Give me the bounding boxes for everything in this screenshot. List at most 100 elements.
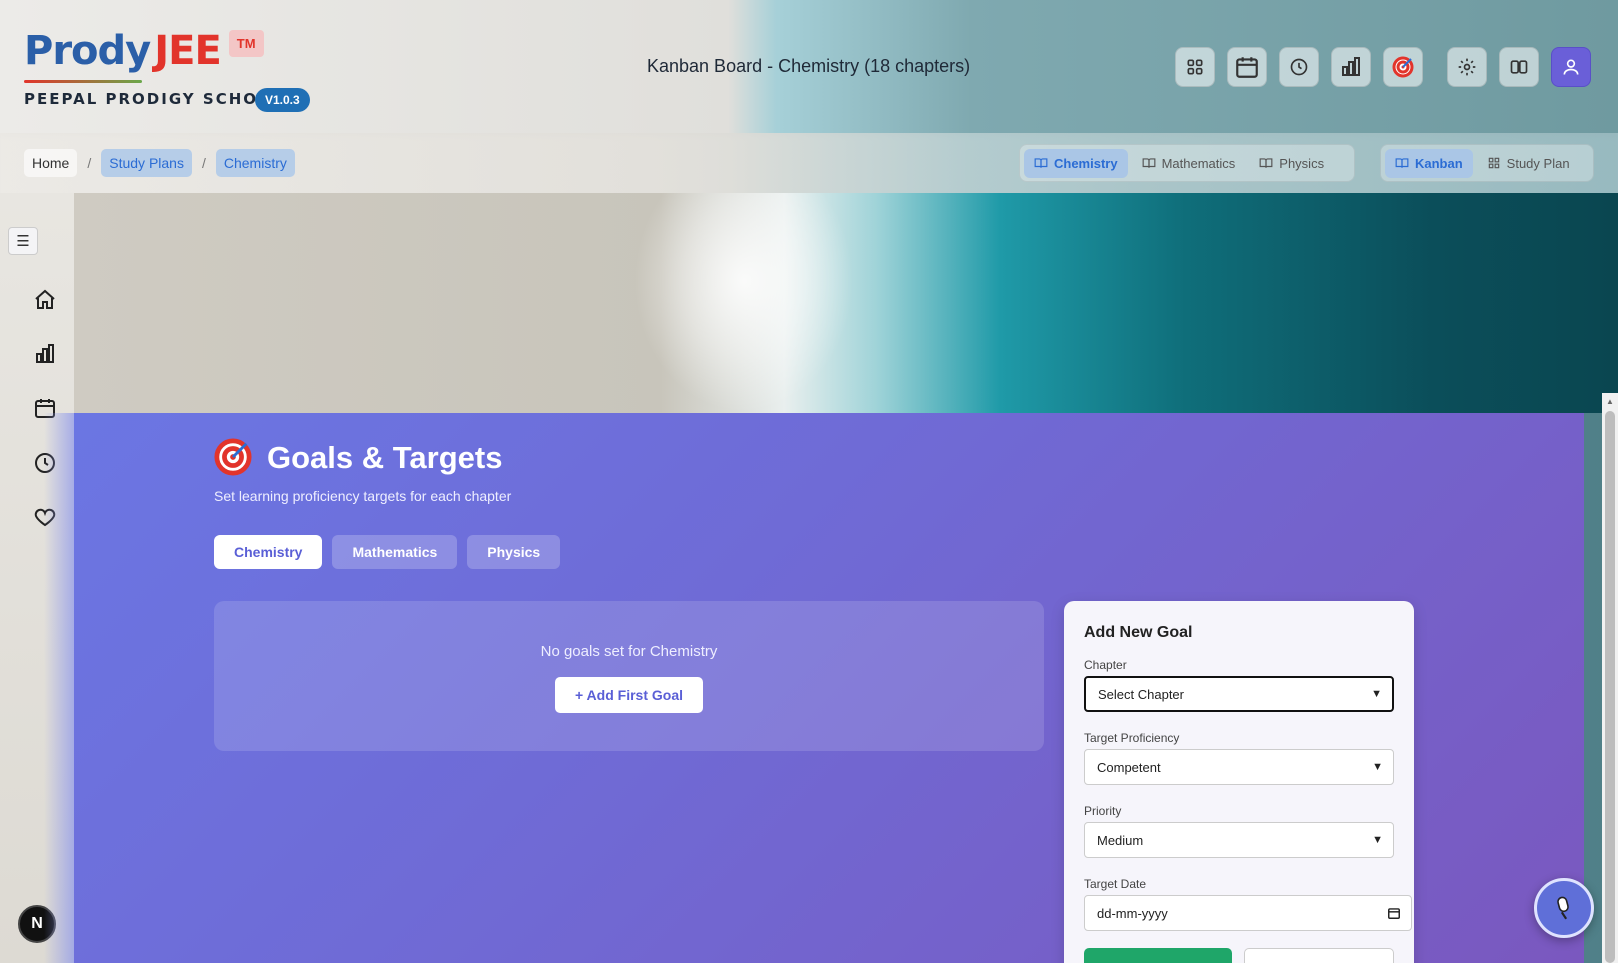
chapter-select-value: Select Chapter <box>1098 686 1184 702</box>
subject-mathematics[interactable]: Mathematics <box>1132 149 1246 178</box>
target-date-value: dd-mm-yyyy <box>1097 905 1168 921</box>
book-icon <box>1142 158 1155 168</box>
view-switcher: Kanban Study Plan <box>1380 144 1594 182</box>
sidebar-toggle-button[interactable]: ☰ <box>8 227 38 255</box>
tab-mathematics[interactable]: Mathematics <box>332 535 458 569</box>
subject-switcher: Chemistry Mathematics Physics <box>1019 144 1355 182</box>
proficiency-select[interactable]: Competent ▼ <box>1084 749 1394 785</box>
scroll-up-arrow-icon[interactable]: ▲ <box>1606 397 1614 406</box>
goals-subtitle: Set learning proficiency targets for eac… <box>214 488 512 504</box>
microphone-icon <box>1557 896 1569 920</box>
target-icon <box>214 438 252 476</box>
clock-icon <box>35 453 55 473</box>
breadcrumb: Home / Study Plans / Chemistry <box>24 149 295 177</box>
calendar-icon <box>1388 908 1400 919</box>
view-label: Study Plan <box>1506 155 1570 171</box>
proficiency-select-value: Competent <box>1097 759 1161 775</box>
view-kanban[interactable]: Kanban <box>1385 148 1473 178</box>
logo-prody: Prody <box>24 28 151 74</box>
breadcrumb-study-plans[interactable]: Study Plans <box>101 149 192 177</box>
grid-icon <box>1488 157 1499 169</box>
grid-icon <box>1187 59 1203 75</box>
proficiency-label: Target Proficiency <box>1084 731 1180 745</box>
user-icon <box>1563 59 1579 75</box>
version-badge: V1.0.3 <box>255 88 310 112</box>
app-header: Prody JEE TM PEEPAL PRODIGY SCHOOL V1.0.… <box>0 0 1618 133</box>
layout-button[interactable] <box>1499 47 1539 87</box>
target-date-input[interactable]: dd-mm-yyyy <box>1084 895 1412 931</box>
view-label: Kanban <box>1415 155 1463 171</box>
subject-physics[interactable]: Physics <box>1249 149 1334 178</box>
n-badge[interactable]: N <box>18 905 56 943</box>
logo-jee: JEE <box>154 28 222 74</box>
form-title: Add New Goal <box>1084 624 1193 641</box>
chevron-down-icon: ▼ <box>1372 761 1383 773</box>
add-first-goal-button[interactable]: + Add First Goal <box>555 677 703 713</box>
tab-physics[interactable]: Physics <box>467 535 561 569</box>
calendar-icon <box>1236 57 1258 78</box>
cancel-button[interactable] <box>1244 948 1394 963</box>
empty-state-text: No goals set for Chemistry <box>540 643 718 660</box>
view-study-plan[interactable]: Study Plan <box>1477 149 1580 178</box>
sidebar-item-home[interactable] <box>30 285 60 315</box>
subject-label: Physics <box>1279 155 1325 171</box>
tab-chemistry[interactable]: Chemistry <box>214 535 323 569</box>
breadcrumb-home[interactable]: Home <box>24 149 78 177</box>
scrollbar-thumb[interactable] <box>1605 411 1615 963</box>
bar-chart-icon <box>1342 57 1360 76</box>
school-name: PEEPAL PRODIGY SCHOOL <box>24 90 285 108</box>
calendar-button[interactable] <box>1227 47 1267 87</box>
subject-label: Chemistry <box>1054 155 1118 171</box>
priority-select-value: Medium <box>1097 832 1144 848</box>
trademark-badge: TM <box>228 30 264 57</box>
book-icon <box>1259 158 1273 168</box>
page-title: Kanban Board - Chemistry (18 chapters) <box>647 56 971 76</box>
sidebar-item-favorites[interactable] <box>30 502 60 532</box>
book-icon <box>1395 158 1409 168</box>
target-icon <box>1392 56 1414 78</box>
voice-assistant-button[interactable] <box>1534 878 1594 938</box>
subject-chemistry[interactable]: Chemistry <box>1024 148 1128 178</box>
target-date-label: Target Date <box>1084 877 1147 891</box>
analytics-button[interactable] <box>1331 47 1371 87</box>
goals-button[interactable] <box>1383 47 1423 87</box>
settings-button[interactable] <box>1447 47 1487 87</box>
user-menu-button[interactable] <box>1551 47 1591 87</box>
priority-select[interactable]: Medium ▼ <box>1084 822 1394 858</box>
logo-underline <box>24 80 142 83</box>
sidebar-item-calendar[interactable] <box>30 393 60 423</box>
chapter-label: Chapter <box>1084 658 1127 672</box>
priority-label: Priority <box>1084 804 1122 818</box>
breadcrumb-bar: Home / Study Plans / Chemistry Chemistry… <box>0 133 1618 193</box>
sidebar-item-history[interactable] <box>30 448 60 478</box>
home-icon <box>35 289 55 309</box>
subject-label: Mathematics <box>1161 155 1236 171</box>
heart-icon <box>34 508 56 527</box>
page-scrollbar[interactable]: ▲ <box>1602 393 1618 963</box>
empty-goals-panel: No goals set for Chemistry + Add First G… <box>214 601 1044 751</box>
chapter-select[interactable]: Select Chapter ▼ <box>1084 676 1394 712</box>
wave-foam <box>634 193 854 413</box>
columns-icon <box>1510 60 1528 74</box>
chevron-down-icon: ▼ <box>1372 834 1383 846</box>
hero-banner <box>74 193 1618 413</box>
breadcrumb-chemistry[interactable]: Chemistry <box>215 149 295 177</box>
subject-tabs: Chemistry Mathematics Physics <box>214 535 561 569</box>
sidebar: ☰ N <box>0 193 74 963</box>
clock-icon <box>1290 58 1308 76</box>
sidebar-item-analytics[interactable] <box>30 339 60 369</box>
bar-chart-icon <box>36 344 54 363</box>
save-goal-button[interactable] <box>1084 948 1232 963</box>
grid-icon-button[interactable] <box>1175 47 1215 87</box>
logo[interactable]: Prody JEE TM <box>24 28 264 74</box>
add-goal-form: Add New Goal Chapter Select Chapter ▼ Ta… <box>1064 601 1414 963</box>
book-icon <box>1034 158 1048 168</box>
history-button[interactable] <box>1279 47 1319 87</box>
goals-panel: Goals & Targets Set learning proficiency… <box>74 413 1584 963</box>
breadcrumb-separator: / <box>87 155 92 171</box>
calendar-icon <box>35 399 55 418</box>
gear-icon <box>1458 58 1476 76</box>
chevron-down-icon: ▼ <box>1371 688 1382 700</box>
goals-title: Goals & Targets <box>267 440 503 475</box>
breadcrumb-separator: / <box>201 155 206 171</box>
